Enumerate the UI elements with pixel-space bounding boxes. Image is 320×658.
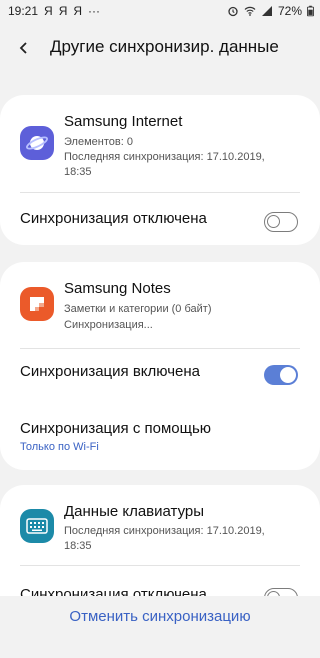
sync-card-samsung-internet: Samsung Internet Элементов: 0 Последняя … <box>0 95 320 245</box>
status-right: 72% <box>227 4 314 18</box>
sync-with-value: Только по Wi-Fi <box>20 441 99 453</box>
last-sync: Последняя синхронизация: 17.10.2019, <box>64 525 265 537</box>
divider <box>20 565 300 566</box>
app-bar: Другие синхронизир. данные <box>0 28 320 68</box>
more-notifications-icon: ··· <box>88 4 101 18</box>
sync-with-row[interactable]: Синхронизация с помощью Только по Wi-Fi <box>0 404 320 464</box>
sync-card-samsung-notes: Samsung Notes Заметки и категории (0 бай… <box>0 262 320 470</box>
cancel-sync-button[interactable]: Отменить синхронизацию <box>0 608 320 625</box>
back-button[interactable] <box>10 34 38 62</box>
sync-with-label: Синхронизация с помощью <box>20 420 212 437</box>
samsung-notes-icon <box>20 287 54 321</box>
sync-toggle[interactable] <box>264 212 298 232</box>
notification-glyph: Я <box>44 4 53 18</box>
status-time: 19:21 <box>8 4 39 18</box>
samsung-internet-planet-icon <box>20 126 54 160</box>
status-left: 19:21 Я Я Я ··· <box>8 4 100 18</box>
alarm-icon <box>228 6 238 17</box>
signal-icon <box>261 6 272 16</box>
last-sync-time: 18:35 <box>64 540 92 552</box>
app-info-row[interactable]: Samsung Notes Заметки и категории (0 бай… <box>0 262 320 346</box>
keyboard-icon <box>20 509 54 543</box>
app-name: Samsung Notes <box>64 280 171 297</box>
sync-switch-row[interactable]: Синхронизация отключена <box>0 197 320 245</box>
page-title: Другие синхронизир. данные <box>50 37 279 56</box>
bottom-bar: Отменить синхронизацию <box>0 596 320 658</box>
wifi-icon <box>244 6 256 16</box>
sync-switch-label: Синхронизация отключена <box>20 210 207 227</box>
app-info-row[interactable]: Данные клавиатуры Последняя синхронизаци… <box>0 485 320 575</box>
app-name: Samsung Internet <box>64 113 183 130</box>
status-bar: 19:21 Я Я Я ··· 72% <box>0 0 320 24</box>
divider <box>20 192 300 193</box>
sync-toggle[interactable] <box>264 365 298 385</box>
notification-glyph: Я <box>73 4 83 18</box>
last-sync: Последняя синхронизация: 17.10.2019, <box>64 151 265 163</box>
sync-switch-label: Синхронизация включена <box>20 363 200 380</box>
last-sync-time: 18:35 <box>64 166 92 178</box>
app-name: Данные клавиатуры <box>64 503 205 520</box>
item-count: Элементов: 0 <box>64 136 133 148</box>
app-info-row[interactable]: Samsung Internet Элементов: 0 Последняя … <box>0 95 320 191</box>
notes-categories-size: Заметки и категории (0 байт) <box>64 303 212 315</box>
toggle-knob <box>267 215 280 228</box>
notification-glyph: Я <box>58 4 68 18</box>
battery-icon <box>307 5 314 17</box>
back-arrow-icon <box>19 42 27 54</box>
toggle-knob <box>280 367 296 383</box>
sync-status: Синхронизация... <box>64 319 153 331</box>
battery-percent: 72% <box>277 4 302 18</box>
divider <box>20 348 300 349</box>
sync-switch-row[interactable]: Синхронизация включена <box>0 350 320 398</box>
